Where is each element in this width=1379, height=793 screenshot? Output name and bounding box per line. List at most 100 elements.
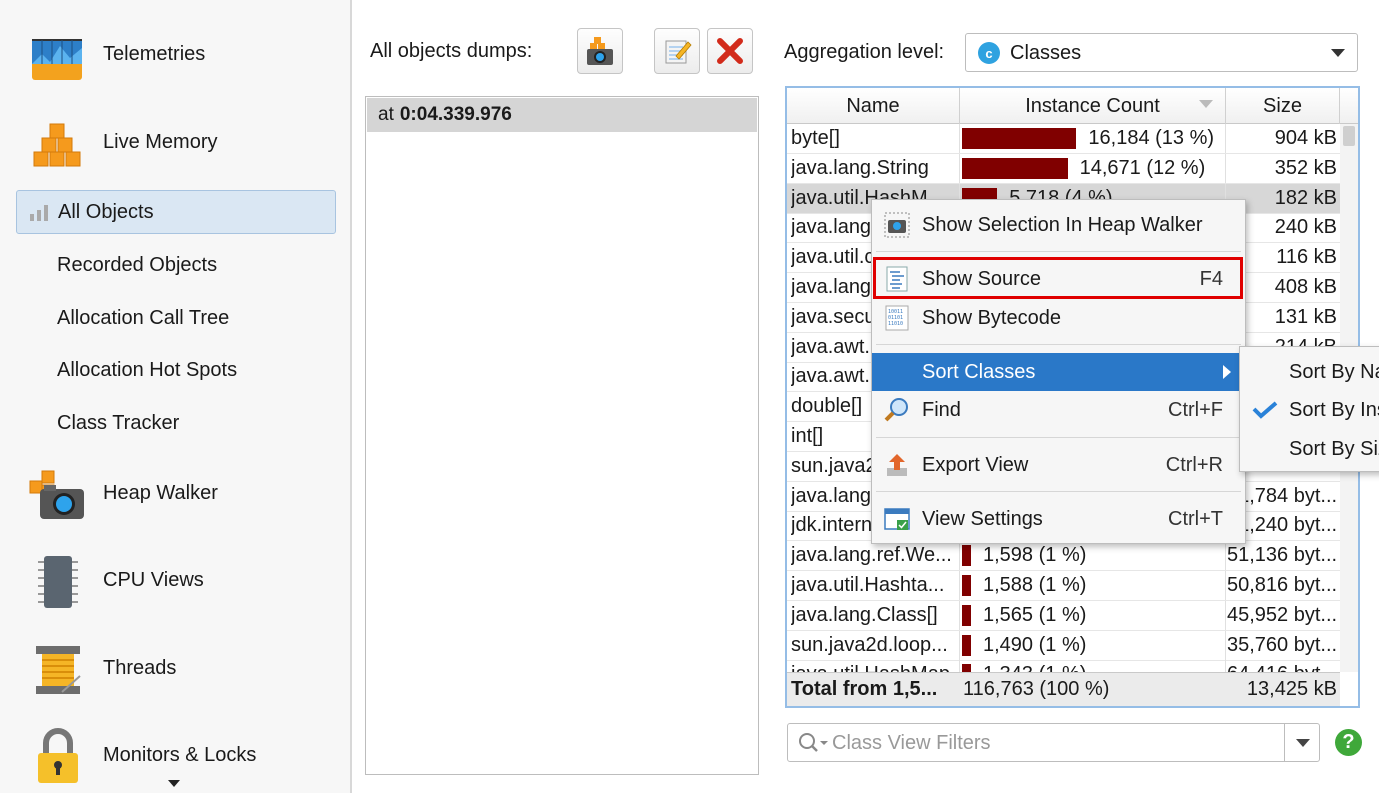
instance-count-bar (962, 128, 1077, 149)
menu-item-show-bytecode[interactable]: 10011 01101 11010 Show Bytecode (872, 299, 1245, 337)
view-settings-icon (884, 508, 910, 530)
submenu-item-label: Sort By Instance Count (1289, 399, 1379, 421)
nav-label: Heap Walker (103, 481, 218, 504)
nav-sub-label: All Objects (58, 200, 154, 223)
class-icon: c (978, 42, 1000, 64)
nav-all-objects[interactable]: All Objects (16, 190, 336, 234)
column-header-size[interactable]: Size (1226, 88, 1340, 124)
cell-size: 45,952 byt... (1227, 603, 1337, 626)
menu-item-export-view[interactable]: Export View Ctrl+R (872, 446, 1245, 484)
column-header-instance-count[interactable]: Instance Count (960, 88, 1226, 124)
table-row[interactable]: java.util.HashMap... 1,343 (1 %) 64,416 by… (787, 660, 1340, 672)
sort-descending-icon (1199, 100, 1213, 108)
column-header-label: Instance Count (1025, 94, 1160, 117)
nav-recorded-objects[interactable]: Recorded Objects (16, 243, 336, 287)
column-divider (1225, 541, 1226, 571)
column-divider (959, 153, 960, 183)
class-view-filter[interactable]: Class View Filters (787, 723, 1320, 762)
menu-separator (876, 344, 1241, 345)
nav-heap-walker[interactable]: Heap Walker (0, 453, 350, 533)
filter-dropdown-icon[interactable] (1296, 739, 1310, 747)
delete-dump-button[interactable] (707, 28, 753, 74)
menu-item-show-selection-heap-walker[interactable]: Show Selection In Heap Walker (872, 206, 1245, 244)
nav-threads[interactable]: Threads (0, 628, 350, 708)
live-memory-icon (33, 123, 81, 167)
nav-label: Telemetries (103, 42, 206, 65)
sidebar: Telemetries Live Memory All Objects Reco… (0, 0, 352, 793)
cell-instance-count: 1,565 (1 %) (983, 603, 1087, 626)
table-row[interactable]: java.lang.String 14,671 (12 %) 352 kB (787, 153, 1340, 184)
menu-item-find[interactable]: Find Ctrl+F (872, 391, 1245, 429)
scrollbar-thumb[interactable] (1343, 126, 1355, 146)
delete-x-icon (717, 38, 743, 64)
menu-item-label: View Settings (922, 508, 1043, 530)
cell-class-name: java.lang.String (791, 156, 929, 179)
aggregation-label: Aggregation level: (784, 41, 945, 63)
dump-item-time: 0:04.339.976 (399, 104, 512, 125)
find-icon (884, 398, 908, 422)
aggregation-select[interactable]: c Classes (965, 33, 1358, 72)
column-header-label: Size (1263, 94, 1302, 117)
column-divider (959, 124, 960, 153)
cell-class-name: java.util.HashMap... (791, 663, 957, 672)
cell-size: 35,760 byt... (1227, 633, 1337, 656)
instance-count-bar (962, 664, 971, 672)
cell-size: 50,816 byt... (1227, 574, 1337, 596)
footer-total-count: 116,763 (100 %) (963, 678, 1110, 700)
column-divider (1225, 660, 1226, 672)
edit-dump-button[interactable] (654, 28, 700, 74)
column-header-label: Name (846, 94, 900, 117)
nav-telemetries[interactable]: Telemetries (0, 14, 350, 94)
nav-sub-label: Class Tracker (57, 411, 180, 434)
dumps-list[interactable]: at 0:04.339.976 (365, 96, 759, 775)
cell-instance-count: 1,343 (1 %) (983, 663, 1086, 672)
nav-sub-label: Allocation Call Tree (57, 306, 230, 329)
menu-item-sort-classes[interactable]: Sort Classes (872, 353, 1245, 391)
cell-size: 352 kB (1274, 156, 1337, 179)
take-heap-snapshot-button[interactable] (577, 28, 623, 74)
table-row[interactable]: sun.java2d.loop... 1,490 (1 %) 35,760 byt.… (787, 630, 1340, 661)
cell-instance-count: 1,588 (1 %) (983, 574, 1087, 596)
nav-allocation-hot-spots[interactable]: Allocation Hot Spots (16, 348, 336, 392)
nav-live-memory[interactable]: Live Memory (0, 102, 350, 182)
menu-item-view-settings[interactable]: View Settings Ctrl+T (872, 500, 1245, 538)
nav-label: CPU Views (103, 568, 204, 591)
filter-divider (1284, 724, 1285, 761)
menu-item-label: Show Selection In Heap Walker (922, 214, 1203, 236)
threads-icon (36, 646, 81, 694)
nav-label: Monitors & Locks (103, 743, 257, 766)
cell-class-name: sun.java2d.loop... (791, 633, 948, 656)
cell-class-name: byte[] (791, 127, 840, 149)
footer-total-name: Total from 1,5... (791, 678, 938, 700)
sidebar-scroll-down-icon[interactable] (168, 780, 180, 787)
menu-separator (876, 437, 1241, 438)
submenu-item-label: Sort By Size (1289, 438, 1379, 460)
context-menu: Show Selection In Heap Walker Show Sourc… (871, 199, 1246, 544)
table-row[interactable]: java.util.Hashta... 1,588 (1 %) 50,816 byt… (787, 571, 1340, 601)
submenu-item-sort-by-name[interactable]: Sort By Name (1240, 353, 1379, 391)
menu-separator (876, 251, 1241, 252)
dump-list-item[interactable]: at 0:04.339.976 (367, 98, 757, 132)
submenu-item-sort-by-size[interactable]: Sort By Size (1240, 430, 1379, 468)
heap-camera-icon (587, 37, 613, 65)
cell-instance-count: 1,598 (1 %) (983, 544, 1087, 567)
column-header-name[interactable]: Name (787, 88, 960, 124)
table-row[interactable]: java.lang.ref.We... 1,598 (1 %) 51,136 byt… (787, 541, 1340, 572)
nav-class-tracker[interactable]: Class Tracker (16, 401, 336, 445)
cell-size: 904 kB (1274, 127, 1337, 149)
instance-count-bar (962, 634, 971, 656)
column-divider (1225, 630, 1226, 660)
table-row[interactable]: java.lang.Class[] 1,565 (1 %) 45,952 byt..… (787, 600, 1340, 631)
column-divider (959, 660, 960, 672)
nav-allocation-call-tree[interactable]: Allocation Call Tree (16, 296, 336, 340)
nav-cpu-views[interactable]: CPU Views (0, 540, 350, 620)
filter-placeholder: Class View Filters (832, 732, 991, 754)
submenu-item-sort-by-instance-count[interactable]: Sort By Instance Count (1240, 391, 1379, 429)
help-icon[interactable]: ? (1335, 729, 1362, 756)
table-row[interactable]: byte[] 16,184 (13 %) 904 kB (787, 124, 1340, 154)
nav-label: Live Memory (103, 130, 218, 153)
instance-count-bar (962, 604, 971, 626)
column-divider (1225, 600, 1226, 630)
nav-sub-label: Allocation Hot Spots (57, 358, 238, 381)
menu-item-shortcut: Ctrl+F (1168, 399, 1223, 421)
